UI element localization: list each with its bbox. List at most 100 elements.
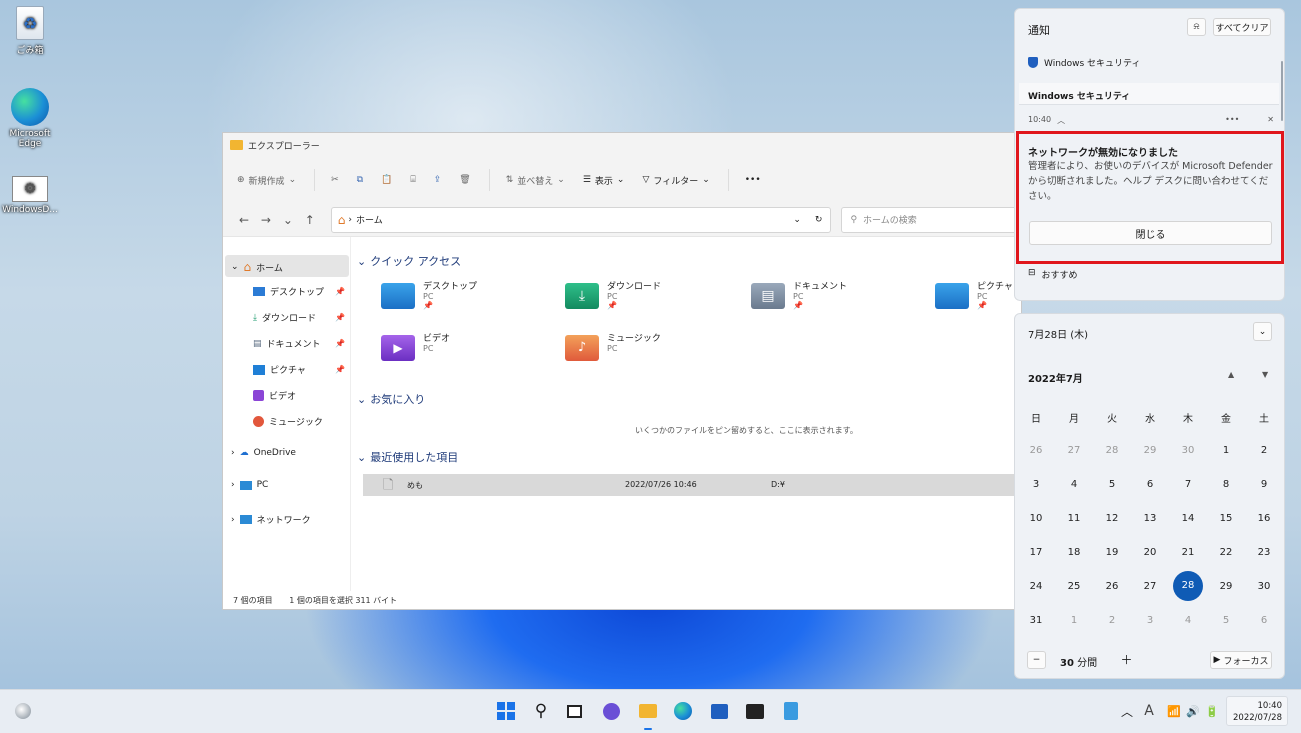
- quick-access-videos[interactable]: ▶ ビデオ PC: [381, 331, 450, 361]
- edge-icon[interactable]: [672, 700, 694, 722]
- decrease-focus-button[interactable]: −: [1027, 651, 1046, 669]
- widgets-icon[interactable]: [12, 700, 34, 722]
- copy-button[interactable]: ⧉: [357, 175, 363, 185]
- recycle-bin-icon[interactable]: ♻ ごみ箱: [0, 6, 60, 56]
- refresh-icon[interactable]: ↻: [815, 215, 823, 225]
- paste-button[interactable]: 📋: [381, 175, 392, 185]
- calendar-day[interactable]: 24: [1021, 581, 1051, 592]
- calendar-day[interactable]: 19: [1097, 547, 1127, 558]
- calendar-day[interactable]: 10: [1021, 513, 1051, 524]
- more-button[interactable]: •••: [745, 175, 761, 185]
- calendar-day[interactable]: 30: [1249, 581, 1279, 592]
- new-button[interactable]: ⊕ 新規作成 ⌄: [237, 174, 296, 187]
- sort-button[interactable]: ⇅ 並べ替え ⌄: [506, 174, 565, 187]
- calendar-day[interactable]: 27: [1135, 581, 1165, 592]
- windowsd-desktop-icon[interactable]: ⚙ WindowsD...: [0, 176, 60, 215]
- calendar-day[interactable]: 7: [1173, 479, 1203, 490]
- address-bar[interactable]: ⌂ › ホーム ⌄ ↻: [330, 206, 832, 233]
- calendar-day[interactable]: 6: [1249, 615, 1279, 626]
- previous-month-icon[interactable]: ▲: [1228, 370, 1234, 379]
- file-explorer-icon[interactable]: [637, 700, 659, 722]
- favorites-header[interactable]: ⌄ お気に入り: [357, 391, 425, 407]
- increase-focus-button[interactable]: ＋: [1117, 651, 1136, 669]
- sidebar-item-videos[interactable]: ビデオ: [253, 389, 296, 402]
- delete-button[interactable]: 🗑: [459, 175, 470, 185]
- calendar-day[interactable]: 20: [1135, 547, 1165, 558]
- calendar-day[interactable]: 14: [1173, 513, 1203, 524]
- sidebar-item-pictures[interactable]: ピクチャ 📌: [253, 363, 349, 376]
- calendar-day[interactable]: 16: [1249, 513, 1279, 524]
- calendar-day-today[interactable]: 28: [1173, 571, 1203, 601]
- calendar-day[interactable]: 31: [1021, 615, 1051, 626]
- sidebar-item-pc[interactable]: › PC: [231, 480, 268, 490]
- scrollbar[interactable]: [1281, 61, 1283, 121]
- calendar-day[interactable]: 4: [1173, 615, 1203, 626]
- calendar-day[interactable]: 26: [1021, 445, 1051, 456]
- calendar-day[interactable]: 26: [1097, 581, 1127, 592]
- close-button[interactable]: 閉じる: [1029, 221, 1272, 245]
- do-not-disturb-button[interactable]: ⍾: [1187, 18, 1206, 36]
- calendar-day[interactable]: 9: [1249, 479, 1279, 490]
- quick-access-desktop[interactable]: デスクトップ PC 📌: [381, 279, 477, 310]
- table-row[interactable]: 🗋 めも 2022/07/26 10:46 D:¥: [363, 474, 1021, 496]
- sidebar-item-music[interactable]: ミュージック: [253, 415, 323, 428]
- filter-button[interactable]: ▽ フィルター ⌄: [642, 174, 709, 187]
- calendar-day[interactable]: 25: [1059, 581, 1089, 592]
- calendar-day[interactable]: 29: [1211, 581, 1241, 592]
- more-options-button[interactable]: •••: [1225, 115, 1239, 126]
- calendar-day[interactable]: 28: [1097, 445, 1127, 456]
- quick-access-header[interactable]: ⌄ クイック アクセス: [357, 253, 461, 269]
- sidebar-item-onedrive[interactable]: › ☁ OneDrive: [231, 448, 296, 458]
- quick-access-pictures[interactable]: ピクチャ PC 📌: [935, 279, 1013, 310]
- close-icon[interactable]: ✕: [1267, 115, 1274, 126]
- up-icon[interactable]: ↑: [299, 213, 321, 227]
- calendar-day[interactable]: 6: [1135, 479, 1165, 490]
- chevron-up-icon[interactable]: ︿: [1116, 700, 1138, 722]
- collapse-calendar-button[interactable]: ⌄: [1253, 322, 1272, 341]
- calendar-day[interactable]: 5: [1097, 479, 1127, 490]
- sidebar-item-documents[interactable]: ▤ ドキュメント 📌: [253, 337, 349, 351]
- calendar-day[interactable]: 18: [1059, 547, 1089, 558]
- task-view-icon[interactable]: [563, 700, 585, 722]
- calendar-day[interactable]: 15: [1211, 513, 1241, 524]
- search-input[interactable]: ⚲ ホームの検索: [841, 206, 1021, 233]
- calendar-day[interactable]: 23: [1249, 547, 1279, 558]
- sidebar-item-network[interactable]: › ネットワーク: [231, 513, 311, 527]
- chevron-up-icon[interactable]: ︿: [1057, 115, 1065, 126]
- recent-locations-icon[interactable]: ⌄: [277, 213, 299, 227]
- calendar-day[interactable]: 30: [1173, 445, 1203, 456]
- view-button[interactable]: ☰ 表示 ⌄: [583, 174, 625, 187]
- rename-button[interactable]: ⌸: [410, 175, 415, 185]
- store-icon[interactable]: [708, 700, 730, 722]
- search-icon[interactable]: ⚲: [530, 700, 552, 722]
- recent-header[interactable]: ⌄ 最近使用した項目: [357, 449, 458, 465]
- calendar-day[interactable]: 5: [1211, 615, 1241, 626]
- edge-desktop-icon[interactable]: Microsoft Edge: [0, 88, 60, 149]
- sidebar-item-desktop[interactable]: デスクトップ 📌: [253, 285, 349, 298]
- calendar-day[interactable]: 4: [1059, 479, 1089, 490]
- chat-icon[interactable]: [600, 700, 622, 722]
- quick-access-music[interactable]: ♪ ミュージック PC: [565, 331, 661, 361]
- ime-indicator[interactable]: A: [1138, 700, 1160, 722]
- back-icon[interactable]: ←: [233, 213, 255, 227]
- calendar-day[interactable]: 3: [1135, 615, 1165, 626]
- calendar-day[interactable]: 13: [1135, 513, 1165, 524]
- calendar-day[interactable]: 2: [1249, 445, 1279, 456]
- calendar-day[interactable]: 27: [1059, 445, 1089, 456]
- start-icon[interactable]: [495, 700, 517, 722]
- cut-button[interactable]: ✂: [331, 175, 339, 185]
- calendar-day[interactable]: 11: [1059, 513, 1089, 524]
- calendar-day[interactable]: 29: [1135, 445, 1165, 456]
- notepad-icon[interactable]: [780, 700, 802, 722]
- calendar-day[interactable]: 1: [1059, 615, 1089, 626]
- terminal-icon[interactable]: [744, 700, 766, 722]
- calendar-day[interactable]: 12: [1097, 513, 1127, 524]
- calendar-day[interactable]: 3: [1021, 479, 1051, 490]
- calendar-day[interactable]: 17: [1021, 547, 1051, 558]
- forward-icon[interactable]: →: [255, 213, 277, 227]
- sidebar-item-home-label[interactable]: ⌄ ⌂ ホーム: [231, 260, 283, 274]
- chevron-down-icon[interactable]: ⌄: [793, 215, 801, 225]
- quick-access-downloads[interactable]: ⤓ ダウンロード PC 📌: [565, 279, 661, 310]
- share-button[interactable]: ⇪: [434, 175, 442, 185]
- next-month-icon[interactable]: ▼: [1262, 370, 1268, 379]
